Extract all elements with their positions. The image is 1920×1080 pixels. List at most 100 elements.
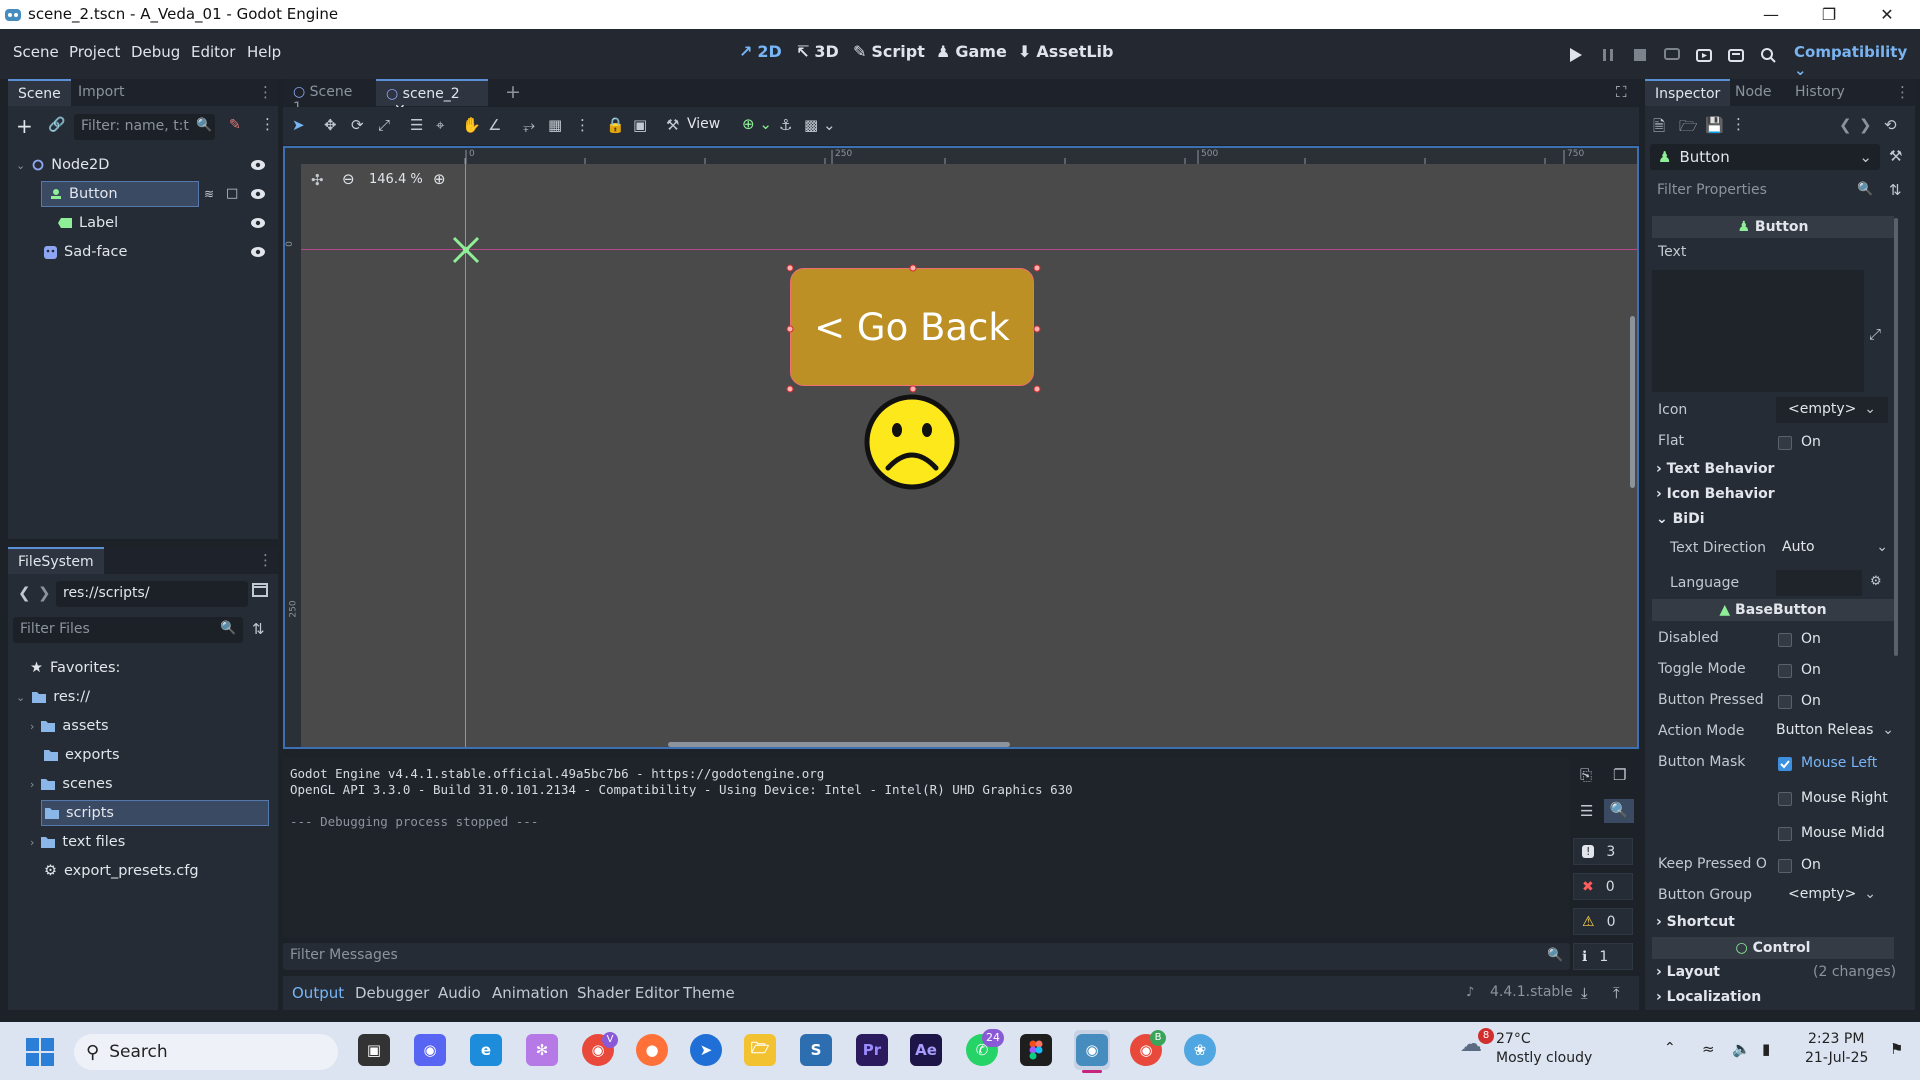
pin-panel-icon[interactable]: ⤓	[1581, 984, 1588, 1002]
sketchup-icon[interactable]: S	[800, 1034, 832, 1066]
task-view-icon[interactable]: ▣	[358, 1034, 390, 1066]
workspace-assetlib-button[interactable]: ⬇ AssetLib	[1018, 42, 1113, 61]
group-text-behavior[interactable]: › Text Behavior	[1656, 461, 1774, 477]
battery-icon[interactable]: ▮	[1762, 1040, 1770, 1058]
fs-res-root[interactable]: ⌄ res://	[16, 684, 246, 710]
grid-snap-icon[interactable]: ▦	[548, 116, 562, 134]
stop-icon[interactable]	[1630, 45, 1650, 65]
file-explorer-icon[interactable]: 🗁	[744, 1034, 776, 1066]
scene-filter-input[interactable]: Filter: name, t:t	[74, 114, 215, 140]
scale-tool-icon[interactable]: ⤢	[378, 116, 390, 134]
button-pressed-checkbox[interactable]	[1778, 695, 1792, 709]
tree-node-label[interactable]: Label	[58, 210, 208, 236]
expand-editor-icon[interactable]: ⤢	[1869, 325, 1881, 343]
link-icon[interactable]: 🔗	[48, 117, 65, 133]
navigator-icon[interactable]: ➤	[690, 1034, 722, 1066]
visibility-eye-icon[interactable]	[250, 159, 266, 171]
property-options-icon[interactable]: ⇅	[1889, 181, 1902, 199]
minimize-button[interactable]: —	[1742, 0, 1800, 29]
text-property-editor[interactable]	[1652, 270, 1864, 392]
tab-output[interactable]: Output	[292, 984, 344, 1002]
visibility-eye-icon[interactable]	[250, 246, 266, 258]
canvas-viewport[interactable]: 0 250 500 750 0 250 ✣ ⊖ 146.4 % ⊕ < Go B…	[283, 146, 1639, 749]
info-count-badge[interactable]: ℹ1	[1573, 943, 1633, 970]
filter-search-toggle-icon[interactable]: 🔍	[1604, 799, 1634, 823]
object-properties-icon[interactable]: ⚒	[1889, 147, 1902, 165]
menu-debug[interactable]: Debug	[131, 43, 180, 61]
figma-icon[interactable]	[1020, 1034, 1052, 1066]
scene-options-icon[interactable]: ⋮	[260, 115, 275, 133]
menu-help[interactable]: Help	[247, 43, 281, 61]
tree-node-node2d[interactable]: ⌄ Node2D	[16, 152, 266, 178]
layout-preset-icon[interactable]: ▩ ⌄	[804, 116, 836, 134]
godot-taskbar-icon[interactable]: ◉	[1076, 1034, 1108, 1066]
workspace-game-button[interactable]: ♟ Game	[936, 42, 1007, 61]
tab-animation[interactable]: Animation	[492, 984, 568, 1002]
firefox-icon[interactable]: ●	[636, 1034, 668, 1066]
attach-script-icon[interactable]: ✎	[229, 117, 241, 133]
pan-tool-icon[interactable]: ✋	[462, 116, 481, 134]
pause-icon[interactable]	[1598, 45, 1618, 65]
notification-bell-icon[interactable]: ⚑	[1890, 1040, 1903, 1058]
tab-shader-editor[interactable]: Shader Editor	[577, 984, 679, 1002]
view-menu[interactable]: View	[687, 116, 720, 132]
maximize-button[interactable]: ❐	[1800, 0, 1858, 29]
copy-icon[interactable]: ⎘	[1580, 766, 1592, 784]
ruler-tool-icon[interactable]: ∠	[488, 116, 501, 134]
premiere-icon[interactable]: Pr	[856, 1034, 888, 1066]
tab-history[interactable]: History	[1785, 79, 1855, 106]
section-basebutton[interactable]: ▲ BaseButton	[1652, 599, 1894, 621]
zoom-level[interactable]: 146.4 %	[369, 172, 423, 187]
windows-start-icon[interactable]	[26, 1038, 54, 1066]
tab-theme[interactable]: Theme	[683, 984, 735, 1002]
after-effects-icon[interactable]: Ae	[910, 1034, 942, 1066]
errors-count-badge[interactable]: ✖ 0	[1573, 873, 1633, 900]
history-forward-icon[interactable]: ❯	[1859, 116, 1872, 134]
inspector-scrollbar[interactable]	[1894, 218, 1898, 656]
dock-menu-icon[interactable]: ⋮	[1895, 83, 1910, 101]
split-view-icon[interactable]	[252, 583, 268, 597]
tab-node[interactable]: Node	[1725, 79, 1782, 106]
warnings-count-badge[interactable]: ⚠ 0	[1573, 908, 1633, 935]
pivot-tool-icon[interactable]: ⌖	[436, 116, 444, 134]
filter-properties-input[interactable]: Filter Properties	[1650, 178, 1830, 204]
select-tool-icon[interactable]: ➤	[292, 116, 305, 134]
group-layout[interactable]: › Layout	[1656, 964, 1720, 980]
wifi-icon[interactable]: ≈	[1702, 1040, 1715, 1058]
group-icon-behavior[interactable]: › Icon Behavior	[1656, 486, 1775, 502]
vertical-scrollbar[interactable]	[1630, 316, 1635, 488]
weather-temp[interactable]: 27°C	[1496, 1031, 1531, 1047]
workspace-3d-button[interactable]: ↸ 3D	[796, 42, 839, 61]
expand-panel-icon[interactable]: ⤒	[1613, 984, 1620, 1002]
distraction-free-icon[interactable]: ⛶	[1616, 83, 1627, 101]
visibility-eye-icon[interactable]	[250, 188, 266, 200]
action-mode-select[interactable]: Button Releas ⌄	[1776, 718, 1894, 744]
smart-snap-icon[interactable]: ⥅	[523, 116, 535, 134]
edge-icon[interactable]: e	[470, 1034, 502, 1066]
workspace-2d-button[interactable]: ↗ 2D	[739, 42, 782, 61]
zoom-in-icon[interactable]: ⊕	[433, 170, 446, 188]
tree-node-sad-face[interactable]: Sad-face	[44, 239, 194, 265]
rotate-tool-icon[interactable]: ⟳	[351, 116, 364, 134]
menu-project[interactable]: Project	[69, 43, 120, 61]
tab-scene[interactable]: Scene	[8, 79, 71, 106]
menu-editor[interactable]: Editor	[191, 43, 235, 61]
bones-icon[interactable]: ⚒	[666, 116, 679, 134]
version-label[interactable]: 4.4.1.stable	[1490, 984, 1573, 1000]
fs-folder-assets[interactable]: › assets	[30, 713, 260, 739]
section-button[interactable]: ♟ Button	[1652, 216, 1894, 238]
copilot-icon[interactable]: ✻	[526, 1034, 558, 1066]
forward-arrow-icon[interactable]: ❯	[38, 584, 51, 602]
flat-checkbox[interactable]	[1778, 436, 1792, 450]
group-shortcut[interactable]: › Shortcut	[1656, 914, 1735, 930]
group-bidi[interactable]: ⌄ BiDi	[1656, 511, 1705, 527]
disabled-checkbox[interactable]	[1778, 633, 1792, 647]
lock-icon[interactable]: 🔒	[606, 116, 625, 134]
node-selector[interactable]: ♟ Button ⌄	[1650, 144, 1880, 170]
center-view-icon[interactable]: ✣	[311, 171, 324, 189]
tab-scene-2[interactable]: ○ scene_2 ✕	[376, 79, 488, 118]
fs-favorites[interactable]: ★ Favorites:	[30, 655, 260, 681]
history-back-icon[interactable]: ❮	[1839, 116, 1852, 134]
collapse-messages-icon[interactable]: ☰	[1580, 802, 1593, 820]
path-field[interactable]: res://scripts/	[56, 581, 248, 607]
